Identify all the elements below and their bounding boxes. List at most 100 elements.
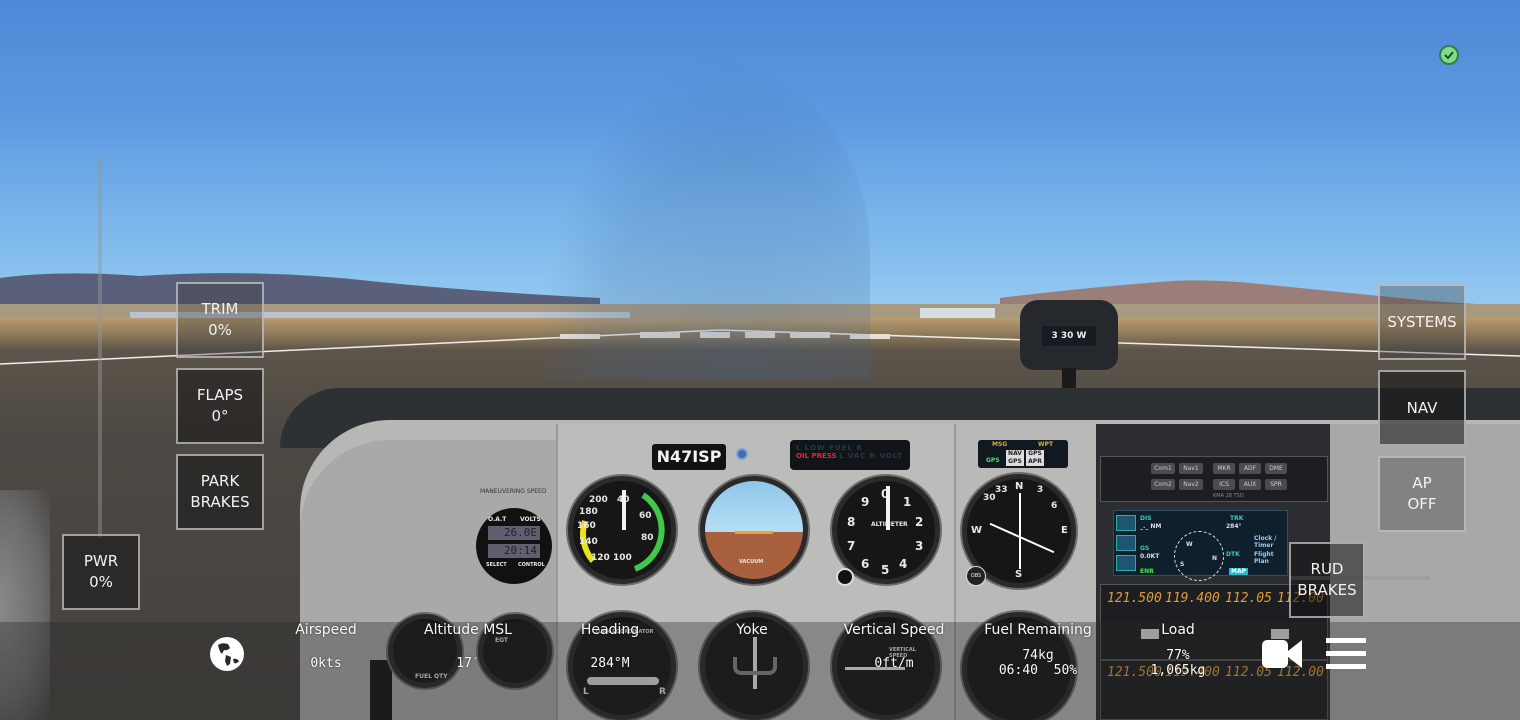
rudder-brakes-button[interactable]: RUD BRAKES	[1289, 542, 1365, 618]
clock-reading: 20:14	[488, 544, 540, 558]
nav-gps-switch[interactable]: NAV GPS	[1006, 450, 1024, 466]
systems-button[interactable]: SYSTEMS	[1378, 284, 1466, 360]
hsi-heading-line	[989, 522, 1055, 554]
heading-value: 284°M	[590, 656, 630, 671]
camera-button[interactable]	[1262, 638, 1304, 670]
airspeed-needle	[622, 490, 626, 530]
annunciator-vac-volt: L VAC R VOLT	[838, 452, 903, 460]
audio-spr-button[interactable]: SPR	[1265, 479, 1287, 490]
autopilot-label: AP	[1412, 474, 1432, 492]
com1-standby-frequency: 119.400	[1165, 591, 1220, 606]
asi-tick: 200	[589, 495, 608, 505]
map-button[interactable]	[210, 637, 244, 671]
audio-ics-button[interactable]: ICS	[1213, 479, 1235, 490]
gps-gs-value: 0.0KT	[1140, 553, 1160, 560]
hsi-label: 3	[1037, 485, 1044, 495]
audio-nav1-button[interactable]: Nav1	[1179, 463, 1203, 474]
gps-msg-button[interactable]	[1116, 535, 1136, 551]
dimmer-knob[interactable]	[736, 448, 748, 460]
flaps-label: FLAPS	[196, 386, 244, 404]
power-throttle-button[interactable]: PWR 0%	[62, 534, 140, 610]
hamburger-menu-icon	[1326, 638, 1366, 669]
airspeed-value: 0kts	[310, 656, 342, 671]
audio-com2-button[interactable]: Com2	[1151, 479, 1175, 490]
altitude-readout: Altitude MSL 17′	[422, 622, 514, 671]
volts-label: VOLTS	[520, 516, 541, 523]
load-percent-value: 77%	[1166, 648, 1190, 663]
status-ok-indicator	[1439, 45, 1459, 65]
audio-adf-button[interactable]: ADF	[1239, 463, 1261, 474]
audio-com1-button[interactable]: Com1	[1151, 463, 1175, 474]
oat-control-button[interactable]: CONTROL	[518, 562, 545, 568]
power-label: PWR	[83, 552, 119, 570]
autopilot-button[interactable]: AP OFF	[1378, 456, 1466, 532]
oat-reading: 26.0E	[488, 526, 540, 540]
alt-tick: 3	[915, 539, 924, 553]
heading-readout: Heading 284°M	[570, 622, 650, 671]
flaps-button[interactable]: FLAPS 0°	[176, 368, 264, 444]
asi-tick: 60	[639, 511, 652, 521]
audio-dme-button[interactable]: DME	[1265, 463, 1287, 474]
airspeed-indicator: 40 60 80 100 120 140 160 180 200	[568, 476, 676, 584]
annunciator-panel: L LOW FUEL R OIL PRESS L VAC R VOLT	[790, 440, 910, 470]
hsi-label: E	[1061, 525, 1068, 536]
gps-back-button[interactable]	[1116, 555, 1136, 571]
alt-tick: 8	[847, 515, 856, 529]
gps-trk-label: TRK	[1230, 515, 1244, 522]
attitude-aircraft-symbol	[735, 531, 773, 534]
trim-value: 0%	[208, 321, 232, 339]
gps-apr-switch[interactable]: GPS APR	[1026, 450, 1044, 466]
main-menu-button[interactable]	[1326, 638, 1366, 670]
park-brakes-button[interactable]: PARK BRAKES	[176, 454, 264, 530]
audio-nav2-button[interactable]: Nav2	[1179, 479, 1203, 490]
asi-tick: 180	[579, 507, 598, 517]
vertical-speed-value: 0ft/m	[874, 656, 914, 671]
nav-button[interactable]: NAV	[1378, 370, 1466, 446]
trim-button[interactable]: TRIM 0%	[176, 282, 264, 358]
gps-menu-button[interactable]	[1116, 515, 1136, 531]
load-label: Load	[1161, 622, 1195, 638]
oat-label: O.A.T	[488, 516, 507, 523]
gps-wpt-label: WPT	[1038, 441, 1054, 448]
annunciator-low-fuel: L LOW FUEL R	[796, 444, 863, 452]
fuel-time-percent-value: 06:40 50%	[998, 663, 1078, 678]
rudder-label: RUD	[1310, 560, 1344, 578]
asi-tick: 160	[577, 521, 596, 531]
flaps-value: 0°	[211, 407, 229, 425]
load-weight-value: 1,065kg	[1150, 663, 1206, 678]
vertical-speed-readout: Vertical Speed 0ft/m	[838, 622, 950, 671]
obs-knob[interactable]: OBS	[966, 566, 986, 586]
hsi-label: S	[1015, 569, 1023, 580]
gps-dis-label: DIS	[1140, 515, 1152, 522]
asi-tick: 140	[579, 537, 598, 547]
throttle-slider-track[interactable]	[98, 158, 102, 538]
nav1-active-frequency: 112.05	[1225, 591, 1272, 606]
audio-mkr-button[interactable]: MKR	[1213, 463, 1235, 474]
hsi-label: 30	[983, 493, 996, 503]
audio-panel: Com1 Nav1 MKR ADF DME Com2 Nav2 ICS AUX …	[1100, 456, 1328, 502]
fuel-weight-value: 74kg	[1022, 648, 1054, 663]
rudder-brakes-label: BRAKES	[1297, 581, 1357, 599]
gps-flight-plan-button[interactable]: Flight Plan	[1254, 551, 1287, 565]
gps-trk-value: 284°	[1226, 523, 1242, 530]
asi-tick: 100	[613, 553, 632, 563]
yoke-readout: Yoke	[712, 622, 792, 638]
fuel-readout: Fuel Remaining 74kg 06:40 50%	[980, 622, 1096, 678]
gps-clock-timer-button[interactable]: Clock / Timer	[1254, 535, 1287, 549]
annunciator-oil-press: OIL PRESS	[796, 452, 837, 460]
gps-compass-s: S	[1180, 561, 1185, 568]
heading-label: Heading	[580, 622, 640, 638]
audio-aux-button[interactable]: AUX	[1239, 479, 1261, 490]
altitude-value: 17′	[456, 656, 480, 671]
wet-compass: 3 30 W	[1020, 300, 1118, 370]
autopilot-state: OFF	[1407, 495, 1437, 513]
gps-screen: DIS _._ NM TRK 284° GS 0.0KT DTK Clock /…	[1113, 510, 1288, 581]
globe-icon	[210, 637, 244, 671]
airspeed-label: Airspeed	[295, 622, 357, 638]
checkmark-icon	[1444, 51, 1454, 60]
oat-select-button[interactable]: SELECT	[486, 562, 507, 568]
trim-label: TRIM	[201, 300, 239, 318]
gps-map-tab[interactable]: MAP	[1229, 568, 1249, 575]
altimeter-kollsman-knob[interactable]	[836, 568, 854, 586]
hsi-label: 33	[995, 485, 1008, 495]
